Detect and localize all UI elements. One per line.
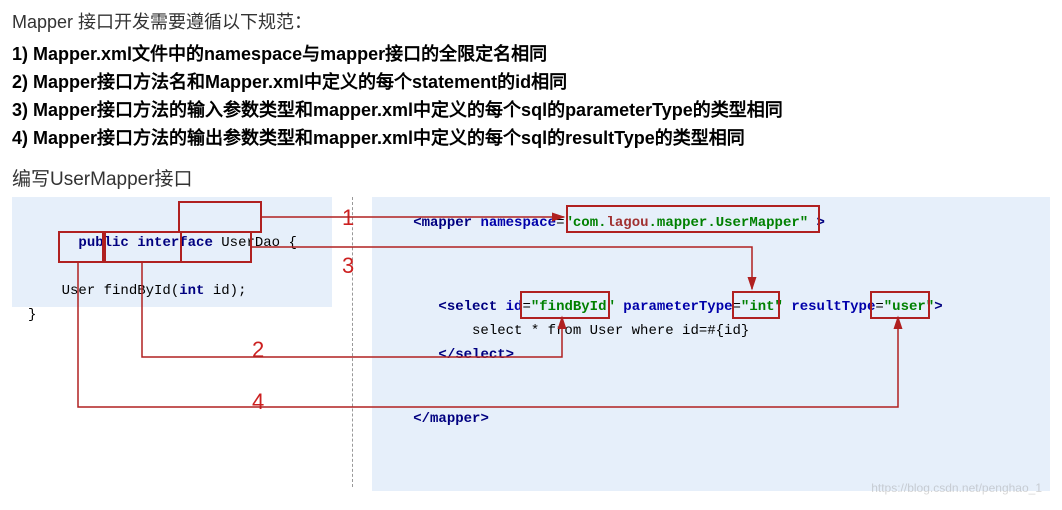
java-line-2: User findById(int id); [12, 279, 332, 303]
xml-sql-body: select * from User where id=#{id} [372, 319, 1050, 343]
lt: < [413, 215, 421, 231]
select-tag: select [447, 299, 497, 315]
param-attr: parameterType [623, 299, 732, 315]
java-line-1: public interface UserDao { [12, 207, 332, 279]
vertical-divider [352, 197, 353, 487]
map-close-gt: > [480, 411, 488, 427]
ns-q2: " [800, 215, 808, 231]
rules-block: 1) Mapper.xml文件中的namespace与mapper接口的全限定名… [12, 40, 1050, 150]
return-type: User [62, 283, 96, 299]
ns-mid: lagou [607, 215, 649, 231]
xml-mapper-open: <mapper namespace="com.lagou.mapper.User… [372, 211, 1050, 235]
sel-close-gt: > [506, 347, 514, 363]
class-name: UserDao [213, 235, 289, 251]
map-close-lt: </ [413, 411, 430, 427]
ns-pre: com. [573, 215, 607, 231]
xml-mapper-close: </mapper> [372, 407, 1050, 431]
namespace-attr: namespace [480, 215, 556, 231]
id-attr: id [506, 299, 523, 315]
params-rest: id); [204, 283, 246, 299]
sel-close-lt: </ [438, 347, 455, 363]
label-1: 1 [342, 205, 354, 231]
keyword-interface: interface [137, 235, 213, 251]
rule-1: 1) Mapper.xml文件中的namespace与mapper接口的全限定名… [12, 40, 1050, 66]
eq3: = [733, 299, 741, 315]
label-3: 3 [342, 253, 354, 279]
sel-close-tag: select [455, 347, 505, 363]
map-close-tag: mapper [430, 411, 480, 427]
id-val: "findById" [531, 299, 615, 315]
intro-text: Mapper 接口开发需要遵循以下规范： [12, 8, 1050, 34]
ns-q1: " [564, 215, 572, 231]
open-brace: { [289, 235, 297, 251]
select-gt: > [934, 299, 942, 315]
keyword-public: public [78, 235, 128, 251]
subtitle: 编写UserMapper接口 [12, 164, 1050, 191]
select-lt: < [438, 299, 446, 315]
method-name: findById [95, 283, 171, 299]
label-2: 2 [252, 337, 264, 363]
java-code-pane: public interface UserDao { User findById… [12, 197, 332, 307]
mapper-tag: mapper [422, 215, 472, 231]
keyword-int: int [179, 283, 204, 299]
gt: > [808, 215, 825, 231]
paren-open: ( [171, 283, 179, 299]
eq4: = [875, 299, 883, 315]
xml-select-open: <select id="findById" parameterType="int… [372, 295, 1050, 319]
xml-code-pane: <mapper namespace="com.lagou.mapper.User… [372, 197, 1050, 491]
diagram: public interface UserDao { User findById… [12, 197, 1050, 497]
eq2: = [522, 299, 530, 315]
java-line-3: } [12, 303, 332, 327]
rule-3: 3) Mapper接口方法的输入参数类型和mapper.xml中定义的每个sql… [12, 96, 1050, 122]
ns-post: .mapper.UserMapper [649, 215, 800, 231]
rule-4: 4) Mapper接口方法的输出参数类型和mapper.xml中定义的每个sql… [12, 124, 1050, 150]
sql-body: select * from User where id=#{id} [472, 323, 749, 339]
label-4: 4 [252, 389, 264, 415]
xml-select-close: </select> [372, 343, 1050, 367]
result-val: "user" [884, 299, 934, 315]
result-attr: resultType [791, 299, 875, 315]
param-val: "int" [741, 299, 783, 315]
rule-2: 2) Mapper接口方法名和Mapper.xml中定义的每个statement… [12, 68, 1050, 94]
watermark: https://blog.csdn.net/penghao_1 [871, 481, 1042, 495]
